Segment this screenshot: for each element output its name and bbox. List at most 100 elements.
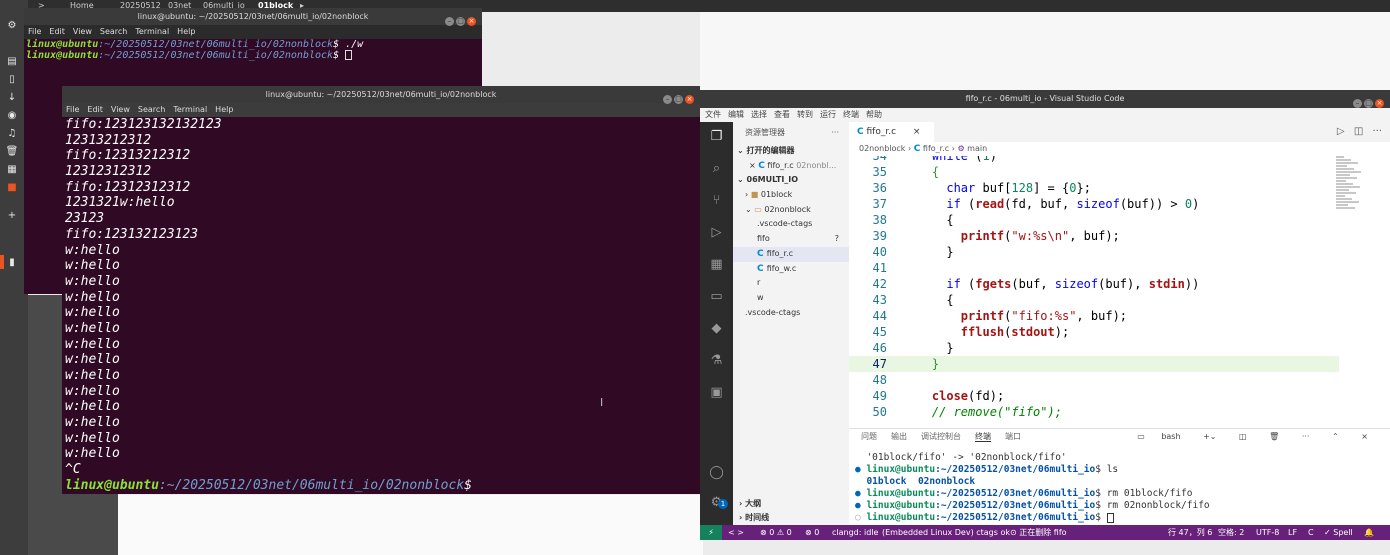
ports-status[interactable]: ⊗ 0 [805, 525, 819, 540]
indentation-status[interactable]: 空格: 2 [1218, 525, 1244, 540]
flask-icon[interactable]: ⚗ [708, 352, 725, 369]
minimize-icon[interactable]: – [445, 17, 454, 26]
terminal-window-front[interactable]: linux@ubuntu: ~/20250512/03net/06multi_i… [62, 86, 700, 494]
more-actions-icon[interactable]: ··· [1372, 126, 1382, 137]
remote-explorer-icon[interactable]: ▭ [708, 288, 725, 305]
menu-item[interactable]: 编辑 [728, 110, 744, 119]
menu-item[interactable]: 文件 [705, 110, 721, 119]
close-icon[interactable]: × [1375, 99, 1384, 108]
maximize-icon[interactable]: □ [1364, 99, 1373, 108]
problems-status[interactable]: ⊗ 0 ⚠ 0 [760, 525, 792, 540]
remote-indicator-icon[interactable]: ⚡ [700, 525, 722, 540]
breadcrumb-folder[interactable]: 02nonblock [859, 144, 905, 153]
panel-tab[interactable]: 端口 [1005, 432, 1021, 441]
camera-icon[interactable]: ◉ [0, 108, 24, 124]
kill-terminal-icon[interactable]: 🗑 [1269, 432, 1279, 441]
language-status[interactable]: C [1308, 525, 1314, 540]
menu-item[interactable]: 运行 [820, 110, 836, 119]
minimize-icon[interactable]: – [663, 95, 672, 104]
tree-item[interactable]: fifo? [733, 232, 849, 247]
menu-item[interactable]: 选择 [751, 110, 767, 119]
spell-status[interactable]: ✓ Spell [1324, 525, 1353, 540]
minimap[interactable] [1336, 156, 1362, 226]
split-terminal-icon[interactable]: ◫ [1239, 432, 1247, 441]
music-icon[interactable]: ♫ [0, 126, 24, 142]
tree-item[interactable]: r [733, 276, 849, 291]
menu-item[interactable]: View [73, 27, 92, 36]
open-editor-item[interactable]: × C fifo_r.c 02nonbl... [733, 159, 849, 174]
menu-item[interactable]: File [28, 27, 41, 36]
menu-item[interactable]: View [111, 105, 130, 114]
nav-arrows[interactable]: < > [728, 525, 744, 540]
notifications-icon[interactable]: 🔔 [1364, 525, 1374, 540]
document-icon[interactable]: ▯ [0, 72, 24, 88]
menu-item[interactable]: Search [138, 105, 165, 114]
close-panel-icon[interactable]: × [1361, 432, 1368, 441]
workspace-root[interactable]: ⌄ 06MULTI_IO [733, 173, 849, 188]
code-editor[interactable]: 34 while (1) 35 {36 char buf[128] = {0}; 3… [849, 156, 1390, 428]
search-icon[interactable]: ⌕ [708, 160, 725, 177]
add-terminal-icon[interactable]: +⌄ [1203, 432, 1216, 441]
panel-tab[interactable]: 输出 [891, 432, 907, 441]
tree-item[interactable]: C fifo_r.c [733, 246, 849, 262]
more-actions-icon[interactable]: ··· [831, 122, 839, 144]
maximize-icon[interactable]: □ [456, 17, 465, 26]
close-icon[interactable]: × [749, 161, 756, 170]
minimize-icon[interactable]: – [1353, 99, 1362, 108]
tab-close-icon[interactable]: × [913, 127, 921, 137]
cursor-position[interactable]: 行 47，列 6 [1168, 525, 1212, 540]
explorer-icon[interactable]: ❐ [708, 128, 725, 145]
calendar-icon[interactable]: ▦ [0, 162, 24, 178]
menu-item[interactable]: Terminal [173, 105, 207, 114]
open-editors-section[interactable]: ⌄ 打开的编辑器 [733, 144, 849, 159]
tree-item[interactable]: w [733, 291, 849, 306]
menu-item[interactable]: 终端 [843, 110, 859, 119]
panel-tab[interactable]: 调试控制台 [921, 432, 961, 441]
embedded-dev-icon[interactable]: ▣ [708, 384, 725, 401]
tree-item[interactable]: › ■ 01block [733, 188, 849, 203]
breadcrumb-symbol[interactable]: main [967, 144, 987, 153]
close-icon[interactable]: × [685, 95, 694, 104]
extensions-icon[interactable]: ▦ [708, 256, 725, 273]
vscode-window[interactable]: fifo_r.c - 06multi_io - Visual Studio Co… [700, 90, 1390, 540]
vscode-titlebar[interactable]: fifo_r.c - 06multi_io - Visual Studio Co… [700, 90, 1390, 108]
files-icon[interactable]: ▤ [0, 54, 24, 70]
menu-item[interactable]: Help [215, 105, 233, 114]
download-icon[interactable]: ↓ [0, 90, 24, 106]
menu-item[interactable]: Search [100, 27, 127, 36]
encoding-status[interactable]: UTF-8 [1256, 525, 1279, 540]
ctags-status[interactable]: (Embedded Linux Dev) ctags ok [882, 525, 1010, 540]
close-icon[interactable]: × [467, 17, 476, 26]
tree-item[interactable]: .vscode-ctags [733, 306, 849, 321]
split-editor-icon[interactable]: ◫ [1354, 126, 1363, 137]
source-control-icon[interactable]: ⑂ [708, 192, 725, 209]
menu-item[interactable]: Edit [49, 27, 65, 36]
menu-item[interactable]: Help [177, 27, 195, 36]
menu-item[interactable]: 转到 [797, 110, 813, 119]
maximize-panel-icon[interactable]: ⌃ [1332, 432, 1339, 441]
docker-icon[interactable]: ◆ [708, 320, 725, 337]
terminal-shell-label[interactable]: bash [1161, 432, 1180, 441]
terminal-front-titlebar[interactable]: linux@ubuntu: ~/20250512/03net/06multi_i… [62, 86, 700, 104]
tree-item[interactable]: ⌄ ▭ 02nonblock [733, 203, 849, 218]
menu-item[interactable]: 帮助 [866, 110, 882, 119]
tree-item[interactable]: C fifo_w.c [733, 262, 849, 277]
maximize-icon[interactable]: □ [674, 95, 683, 104]
more-actions-icon[interactable]: ··· [1302, 432, 1310, 441]
panel-tab[interactable]: 终端 [975, 432, 991, 442]
breadcrumb-file[interactable]: fifo_r.c [923, 144, 949, 153]
menu-item[interactable]: 查看 [774, 110, 790, 119]
outline-section[interactable]: › 大纲 [733, 497, 849, 511]
clangd-status[interactable]: clangd: idle [832, 525, 878, 540]
menu-item[interactable]: File [66, 105, 79, 114]
account-icon[interactable]: ◯ [708, 464, 725, 481]
run-icon[interactable]: ▷ [1337, 126, 1345, 137]
terminal-back-titlebar[interactable]: linux@ubuntu: ~/20250512/03net/06multi_i… [24, 8, 482, 26]
tree-item[interactable]: .vscode-ctags [733, 217, 849, 232]
add-icon[interactable]: + [0, 208, 24, 224]
timeline-section[interactable]: › 时间线 [733, 511, 849, 525]
menu-item[interactable]: Edit [87, 105, 103, 114]
panel-tab[interactable]: 问题 [861, 432, 877, 441]
run-debug-icon[interactable]: ▷ [708, 224, 725, 241]
trash-icon[interactable]: 🗑 [0, 144, 24, 160]
